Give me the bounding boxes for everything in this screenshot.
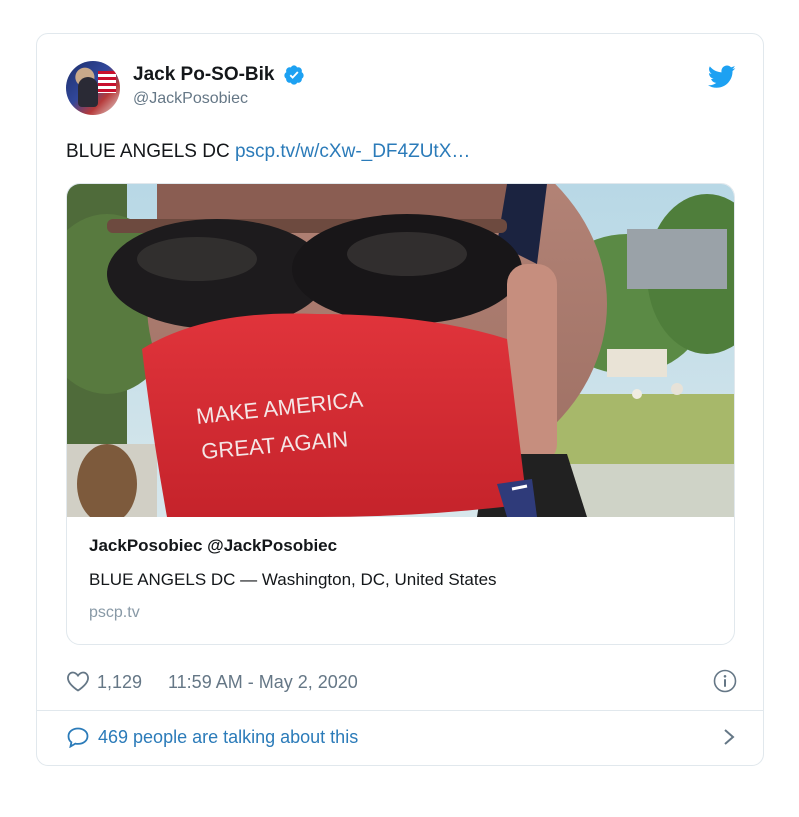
card-title: JackPosobiec @JackPosobiec [89,536,338,555]
heart-icon[interactable] [66,670,90,692]
card-description: BLUE ANGELS DC — Washington, DC, United … [89,570,497,589]
tweet-link[interactable]: pscp.tv/w/cXw-_DF4ZUtX… [235,141,470,162]
author-avatar[interactable] [66,61,120,115]
tweet-text: BLUE ANGELS DC pscp.tv/w/cXw-_DF4ZUtX… [66,141,470,163]
verified-badge-icon [284,65,304,85]
tweet-header: Jack Po-SO-Bik @JackPosobiec [66,61,736,121]
card-body: JackPosobiec @JackPosobiec BLUE ANGELS D… [89,536,714,622]
tweet-timestamp[interactable]: 11:59 AM - May 2, 2020 [168,672,358,693]
avatar-figure [78,77,98,107]
info-icon[interactable] [713,669,737,693]
tweet-text-body: BLUE ANGELS DC [66,141,230,162]
link-preview-card[interactable]: MAKE AMERICA GREAT AGAIN JackPosobiec @J… [66,183,735,645]
conversation-label[interactable]: 469 people are talking about this [98,727,358,748]
speech-bubble-icon [67,727,89,748]
conversation-link[interactable]: 469 people are talking about this [66,724,737,752]
card-video-thumbnail[interactable]: MAKE AMERICA GREAT AGAIN [67,184,735,517]
twitter-bird-icon[interactable] [708,65,736,89]
like-count[interactable]: 1,129 [97,672,142,693]
tweet-card: Jack Po-SO-Bik @JackPosobiec BLUE ANGELS… [36,33,764,766]
avatar-flag [98,71,116,93]
chevron-right-icon[interactable] [721,726,737,748]
author-handle[interactable]: @JackPosobiec [133,90,305,108]
tweet-footer: 1,129 11:59 AM - May 2, 2020 [66,669,737,695]
author-name-block: Jack Po-SO-Bik @JackPosobiec [133,64,305,108]
footer-divider [37,710,763,711]
author-display-name[interactable]: Jack Po-SO-Bik [133,64,275,86]
card-domain: pscp.tv [89,604,140,621]
